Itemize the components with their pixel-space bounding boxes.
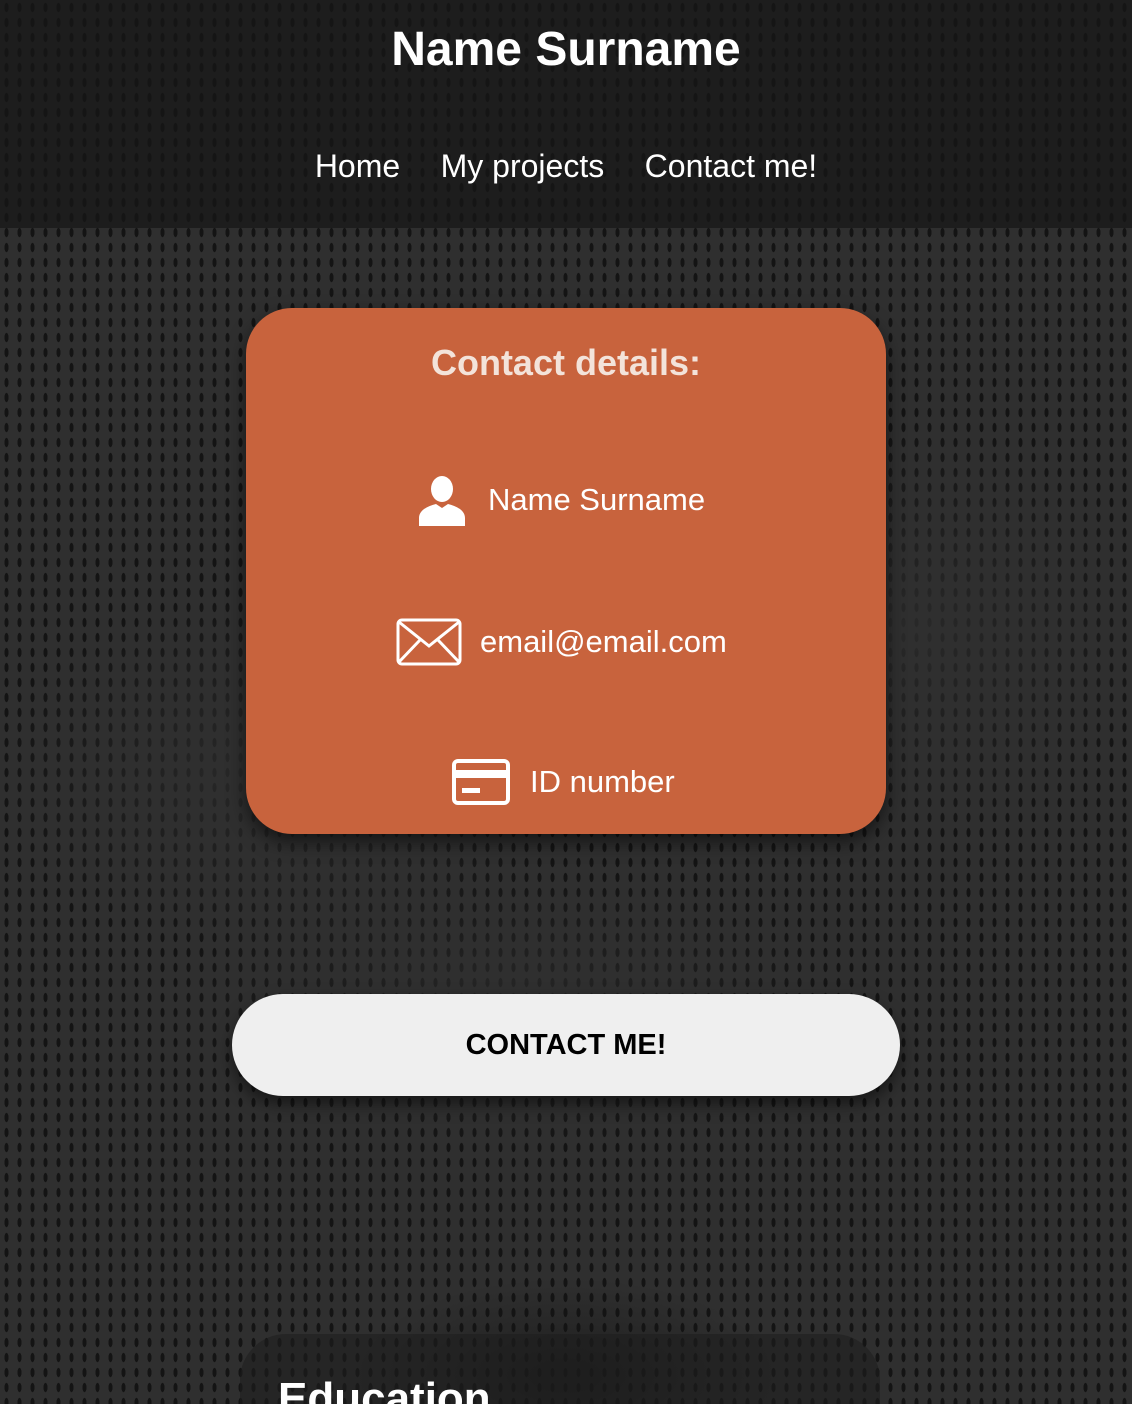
user-icon [416,474,468,526]
contact-card-title: Contact details: [430,342,702,383]
site-title: Name Surname [391,23,741,76]
envelope-icon [396,618,462,666]
contact-id: ID number [530,764,675,799]
main-nav: Home My projects Contact me! [0,148,1132,185]
nav-projects-link[interactable]: My projects [441,148,605,184]
contact-email-row: email@email.com [396,614,727,670]
contact-me-button[interactable]: CONTACT ME! [232,994,900,1096]
contact-id-row: ID number [452,754,675,810]
contact-name: Name Surname [488,482,706,517]
contact-name-row: Name Surname [416,472,705,528]
contact-email[interactable]: email@email.com [480,624,727,660]
education-title: Education [278,1374,491,1404]
nav-home-link[interactable]: Home [315,148,400,184]
nav-contact-link[interactable]: Contact me! [645,148,818,184]
id-card-icon [452,759,510,805]
site-header: Name Surname Home My projects Contact me… [0,0,1132,228]
